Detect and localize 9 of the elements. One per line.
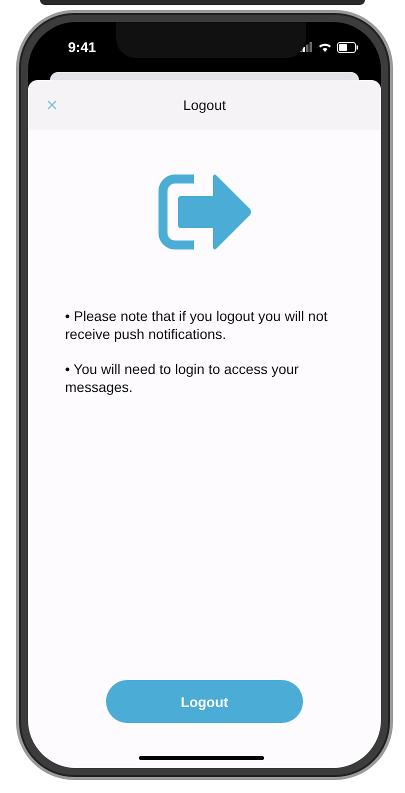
battery-icon	[337, 42, 359, 52]
logout-icon	[158, 174, 252, 250]
note-text: • Please note that if you logout you will not receive push notifications.	[65, 307, 329, 343]
status-time: 9:41	[68, 39, 96, 55]
wifi-icon	[318, 42, 332, 52]
note-text: • You will need to login to access your messages.	[65, 360, 300, 396]
modal-title: Logout	[183, 97, 226, 113]
close-icon[interactable]	[47, 100, 57, 110]
logout-button[interactable]: Logout	[106, 680, 303, 723]
